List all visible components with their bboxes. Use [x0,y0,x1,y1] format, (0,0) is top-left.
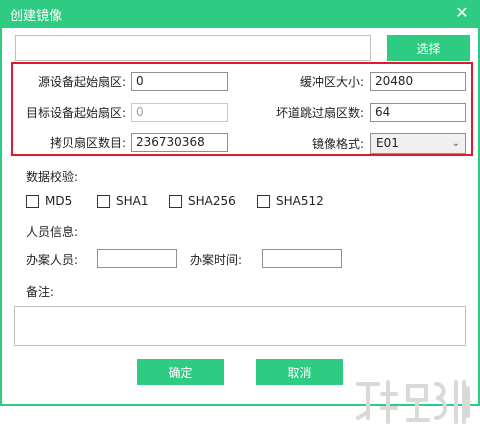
select-button[interactable]: 选择 [387,35,470,61]
handle-time-label: 办案时间: [190,253,243,267]
bad-sector-skip-input[interactable]: 64 [370,103,466,122]
bad-sector-skip-label: 坏道跳过扇区数: [275,106,364,120]
chevron-down-icon: ⌄ [451,138,460,149]
close-icon[interactable]: ✕ [452,3,472,23]
ok-button[interactable]: 确定 [137,359,224,385]
md5-checkbox-label: MD5 [45,194,73,208]
window-border-left [0,28,2,406]
sha256-checkbox-label: SHA256 [188,194,236,208]
copy-sector-count-label: 拷贝扇区数目: [49,136,126,150]
window-title: 创建镜像 [10,9,63,24]
sha1-checkbox-label: SHA1 [116,194,149,208]
sha512-checkbox-label: SHA512 [276,194,324,208]
image-format-value: E01 [376,136,399,150]
target-start-sector-label: 目标设备起始扇区: [25,106,126,120]
cancel-button[interactable]: 取消 [256,359,343,385]
source-start-sector-label: 源设备起始扇区: [37,75,126,89]
buffer-size-label: 缓冲区大小: [299,75,364,89]
target-start-sector-input[interactable]: 0 [131,103,228,122]
sha1-checkbox[interactable] [97,195,110,208]
buffer-size-input[interactable]: 20480 [370,72,466,91]
title-bar: 创建镜像 ✕ [0,0,480,28]
image-format-select[interactable]: E01 ⌄ [370,133,466,154]
image-path-input[interactable] [15,35,371,61]
sha512-checkbox[interactable] [257,195,270,208]
copy-sector-count-input[interactable]: 236730368 [131,133,228,152]
notes-textarea[interactable] [14,306,466,346]
watermark-logo [356,380,470,424]
sha256-checkbox[interactable] [169,195,182,208]
md5-checkbox[interactable] [26,195,39,208]
image-format-label: 镜像格式: [311,137,364,151]
handler-input[interactable] [97,249,177,268]
handle-time-input[interactable] [262,249,342,268]
checksum-label: 数据校验: [26,170,79,184]
person-info-label: 人员信息: [26,225,79,239]
handler-label: 办案人员: [26,253,79,267]
source-start-sector-input[interactable]: 0 [131,72,228,91]
notes-label: 备注: [26,285,55,299]
